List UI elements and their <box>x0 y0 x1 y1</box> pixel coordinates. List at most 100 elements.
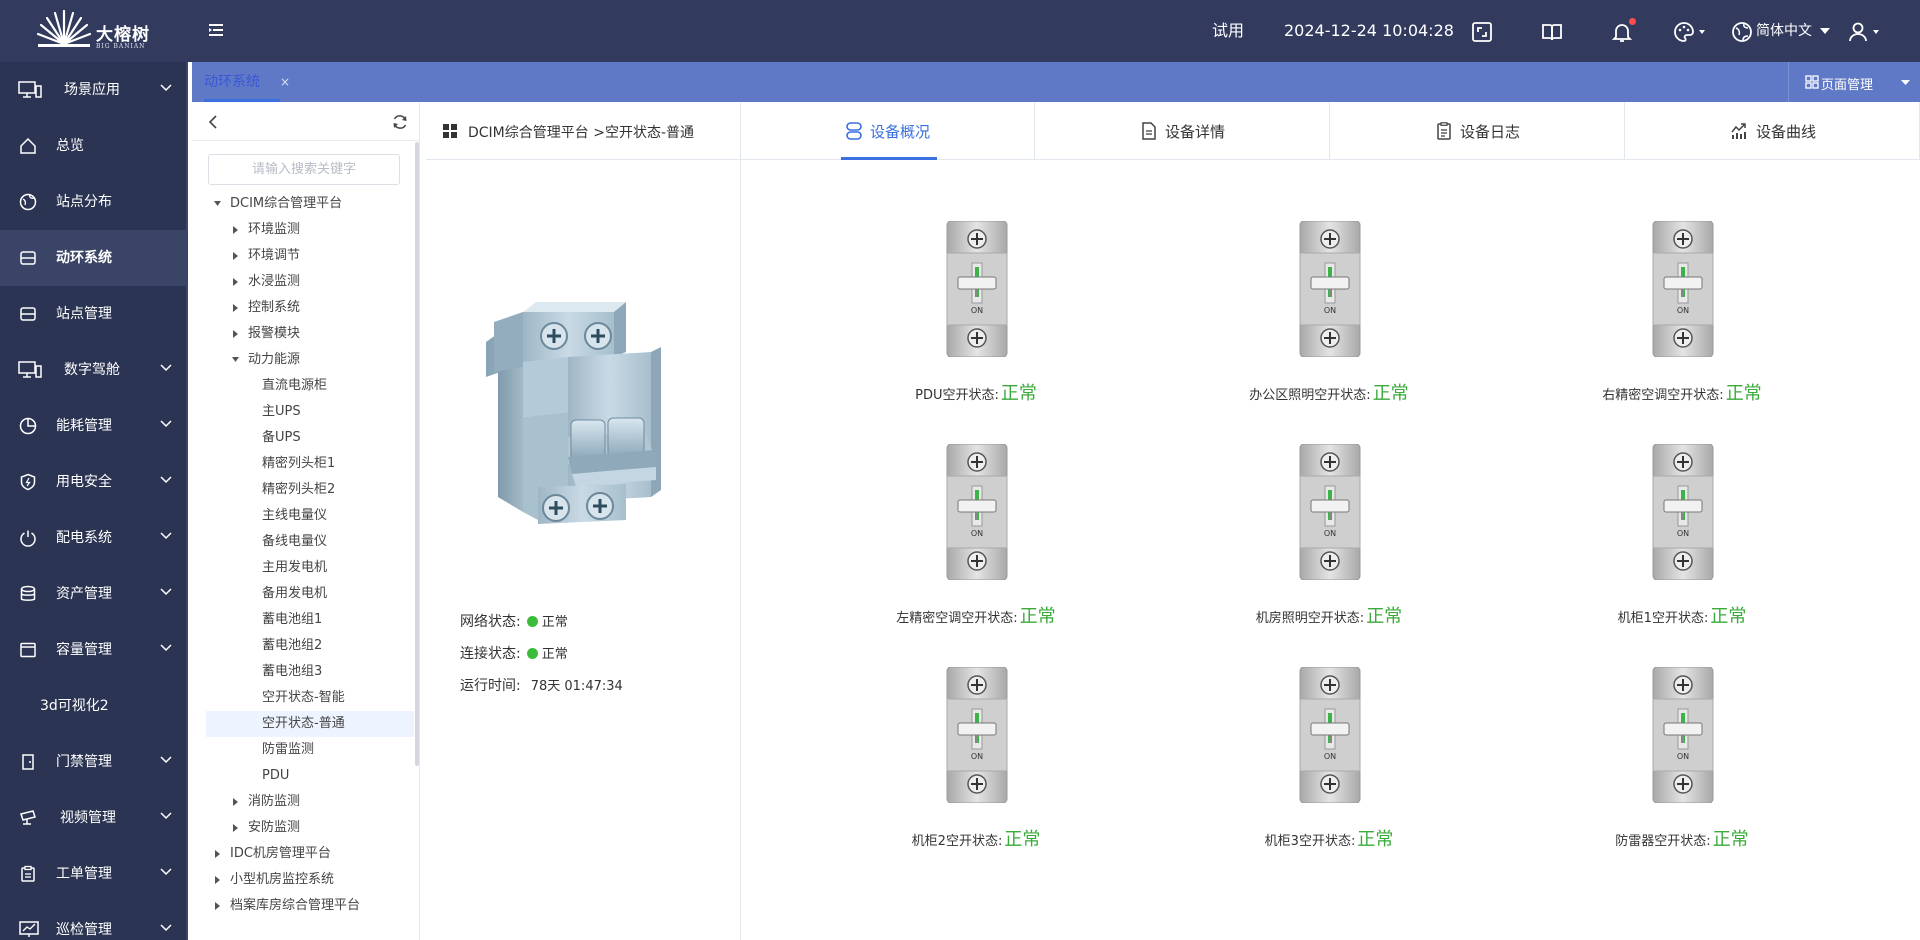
language-selector[interactable]: 简体中文 <box>1756 0 1812 62</box>
chevron-down-icon <box>160 364 172 372</box>
tree-node[interactable]: 精密列头柜2 <box>206 477 414 503</box>
caret-right-icon[interactable] <box>232 824 239 832</box>
tree-node[interactable]: 空开状态-普通 <box>206 711 414 737</box>
status-label: 运行时间: <box>460 678 521 694</box>
database-icon <box>20 585 36 601</box>
refresh-icon[interactable] <box>391 113 409 131</box>
switch-on-label: ON <box>971 752 983 761</box>
tree-node[interactable]: 控制系统 <box>206 295 414 321</box>
language-globe-icon[interactable] <box>1730 20 1754 44</box>
tree-node[interactable]: 主线电量仪 <box>206 503 414 529</box>
sidebar-item-digital-cockpit[interactable]: 数字驾舱 <box>0 342 188 398</box>
tree-node-label: 备线电量仪 <box>262 534 328 549</box>
breaker-switch-icon: ON <box>1299 221 1361 357</box>
caret-right-icon[interactable] <box>232 330 239 338</box>
tree-node[interactable]: 蓄电池组2 <box>206 633 414 659</box>
sidebar-item-site-management[interactable]: 站点管理 <box>0 286 188 342</box>
collapse-back-icon[interactable] <box>206 114 222 130</box>
sidebar-item-work-orders[interactable]: 工单管理 <box>0 846 188 902</box>
switch-status-label: 办公区照明空开状态: 正常 <box>1179 379 1479 405</box>
tree-node[interactable]: 直流电源柜 <box>206 373 414 399</box>
caret-down-icon[interactable] <box>214 200 221 208</box>
tab-device-details[interactable]: 设备详情 <box>1036 102 1330 160</box>
close-tab-button[interactable]: × <box>280 62 290 102</box>
tree-search-input[interactable] <box>208 154 400 185</box>
caret-down-icon[interactable] <box>232 356 239 364</box>
caret-right-icon[interactable] <box>232 278 239 286</box>
breaker-switch-card: ON PDU空开状态: 正常 <box>826 221 1126 421</box>
tree-node-label: 直流电源柜 <box>262 378 328 393</box>
tree-node[interactable]: 小型机房监控系统 <box>206 867 414 893</box>
sidebar-item-site-distribution[interactable]: 站点分布 <box>0 174 188 230</box>
tree-node[interactable]: 主用发电机 <box>206 555 414 581</box>
page-management-label: 页面管理 <box>1821 78 1874 93</box>
switch-name: 左精密空调空开状态: <box>896 611 1018 626</box>
language-caret-icon[interactable] <box>1820 28 1830 34</box>
sidebar-item-label: 用电安全 <box>56 474 112 490</box>
sidebar-item-energy[interactable]: 能耗管理 <box>0 398 188 454</box>
caret-right-icon[interactable] <box>214 850 221 858</box>
tree-node[interactable]: 主UPS <box>206 399 414 425</box>
tree-scrollbar[interactable] <box>415 142 419 766</box>
sidebar-item-video[interactable]: 视频管理 <box>0 790 188 846</box>
caret-right-icon[interactable] <box>214 876 221 884</box>
caret-right-icon[interactable] <box>232 304 239 312</box>
tab-device-curve[interactable]: 设备曲线 <box>1626 102 1920 160</box>
tree-node[interactable]: 报警模块 <box>206 321 414 347</box>
tree-node[interactable]: 环境监测 <box>206 217 414 243</box>
menu-toggle-icon[interactable] <box>206 20 226 40</box>
tab-device-log[interactable]: 设备日志 <box>1331 102 1625 160</box>
sidebar-item-asset-management[interactable]: 资产管理 <box>0 566 188 622</box>
tree-node[interactable]: 备线电量仪 <box>206 529 414 555</box>
caret-right-icon[interactable] <box>232 252 239 260</box>
theme-palette-icon[interactable] <box>1672 20 1708 44</box>
switch-status-label: 防雷器空开状态: 正常 <box>1532 825 1832 851</box>
page-management-menu[interactable]: 页面管理 <box>1788 62 1920 102</box>
status-value: 正常 <box>541 647 568 662</box>
caret-right-icon[interactable] <box>214 902 221 910</box>
tree-node-label: 安防监测 <box>248 820 301 835</box>
monitor-icon <box>18 81 42 98</box>
chevron-down-icon <box>160 420 172 428</box>
sidebar-item-scene-apps[interactable]: 场景应用 <box>0 62 188 118</box>
uptime-status: 运行时间: 78天 01:47:34 <box>460 676 623 696</box>
user-avatar-icon[interactable] <box>1848 20 1884 44</box>
tree-node[interactable]: 安防监测 <box>206 815 414 841</box>
tree-node[interactable]: 备用发电机 <box>206 581 414 607</box>
caret-right-icon[interactable] <box>232 226 239 234</box>
tree-node[interactable]: 蓄电池组1 <box>206 607 414 633</box>
sidebar-item-access-control[interactable]: 门禁管理 <box>0 734 188 790</box>
sidebar-item-power-env[interactable]: 动环系统 <box>0 230 188 286</box>
sidebar-item-overview[interactable]: 总览 <box>0 118 188 174</box>
tree-node[interactable]: 蓄电池组3 <box>206 659 414 685</box>
tab-power-env[interactable]: 动环系统 <box>204 62 260 102</box>
caret-right-icon[interactable] <box>232 798 239 806</box>
tree-node[interactable]: 备UPS <box>206 425 414 451</box>
tree-node[interactable]: 档案库房综合管理平台 <box>206 893 414 919</box>
tab-device-overview[interactable]: 设备概况 <box>741 102 1035 160</box>
tree-node[interactable]: 水浸监测 <box>206 269 414 295</box>
sidebar-item-power-distribution[interactable]: 配电系统 <box>0 510 188 566</box>
tree-node[interactable]: 消防监测 <box>206 789 414 815</box>
sidebar-item-capacity[interactable]: 容量管理 <box>0 622 188 678</box>
tree-node-label: 蓄电池组1 <box>262 612 323 627</box>
book-icon[interactable] <box>1540 20 1564 44</box>
sidebar-item-electrical-safety[interactable]: 用电安全 <box>0 454 188 510</box>
tree-node[interactable]: 环境调节 <box>206 243 414 269</box>
switch-status-label: 机房照明空开状态: 正常 <box>1179 602 1479 628</box>
tree-node[interactable]: 防雷监测 <box>206 737 414 763</box>
tree-node[interactable]: IDC机房管理平台 <box>206 841 414 867</box>
layers-icon <box>846 122 862 140</box>
tree-node[interactable]: 精密列头柜1 <box>206 451 414 477</box>
tree-node[interactable]: DCIM综合管理平台 <box>206 191 414 217</box>
tree-node[interactable]: 空开状态-智能 <box>206 685 414 711</box>
fullscreen-icon[interactable] <box>1470 20 1494 44</box>
tree-node[interactable]: PDU <box>206 763 414 789</box>
sidebar-item-label: 站点分布 <box>56 194 112 210</box>
switch-status-value: 正常 <box>1000 383 1037 404</box>
breaker-switch-icon: ON <box>1652 667 1714 803</box>
trial-badge[interactable]: 试用 <box>1212 0 1244 62</box>
sidebar-item-inspection[interactable]: 巡检管理 <box>0 902 188 940</box>
sidebar-item-3d-visualization[interactable]: 3d可视化2 <box>0 678 188 734</box>
tree-node[interactable]: 动力能源 <box>206 347 414 373</box>
